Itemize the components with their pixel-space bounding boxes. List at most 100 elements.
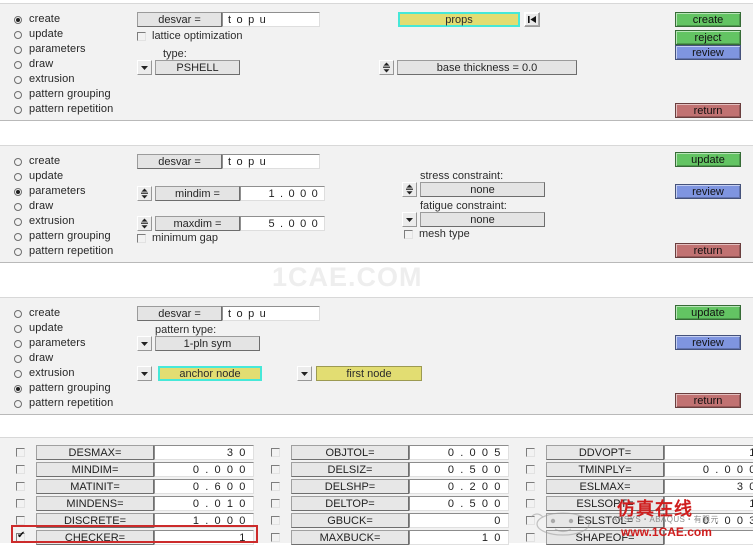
maxdim-spinner-icon[interactable] — [137, 216, 152, 231]
maxdim-input[interactable]: 5 . 0 0 0 — [240, 216, 325, 231]
radio-draw[interactable]: draw — [14, 199, 134, 214]
radio-extrusion[interactable]: extrusion — [14, 366, 134, 381]
param-row[interactable]: MINDIM= 0 . 0 0 0 — [14, 461, 254, 478]
param-checkbox[interactable] — [16, 516, 25, 525]
radio-pattern-repetition[interactable]: pattern repetition — [14, 244, 134, 259]
review-button[interactable]: review — [675, 45, 741, 60]
radio-icon[interactable] — [14, 202, 22, 211]
radio-icon[interactable] — [14, 309, 22, 318]
radio-icon[interactable] — [14, 232, 22, 241]
maxdim-label-button[interactable]: maxdim = — [155, 216, 240, 231]
radio-icon[interactable] — [14, 90, 22, 99]
base-thickness-button[interactable]: base thickness = 0.0 — [397, 60, 577, 75]
param-checkbox[interactable] — [526, 482, 535, 491]
update-button[interactable]: update — [675, 305, 741, 320]
radio-parameters[interactable]: parameters — [14, 184, 134, 199]
param-value[interactable]: 0 . 5 0 0 — [409, 462, 509, 477]
radio-draw[interactable]: draw — [14, 57, 134, 72]
desvar-input[interactable]: t o p u — [222, 12, 320, 27]
anchor-node-button[interactable]: anchor node — [158, 366, 262, 381]
param-row[interactable]: DELSHP= 0 . 2 0 0 — [269, 478, 509, 495]
radio-extrusion[interactable]: extrusion — [14, 72, 134, 87]
mindim-label-button[interactable]: mindim = — [155, 186, 240, 201]
param-value[interactable]: 0 . 0 1 0 — [154, 496, 254, 511]
minimum-gap-checkbox-row[interactable]: minimum gap — [137, 232, 218, 244]
param-row-checker[interactable]: CHECKER=1 — [14, 529, 254, 546]
param-value[interactable]: 1 . 0 0 0 — [154, 513, 254, 528]
param-value[interactable]: 0 . 0 0 0 — [664, 462, 753, 477]
create-button[interactable]: create — [675, 12, 741, 27]
radio-icon[interactable] — [14, 217, 22, 226]
radio-icon[interactable] — [14, 339, 22, 348]
reject-button[interactable]: reject — [675, 30, 741, 45]
param-checkbox[interactable] — [16, 482, 25, 491]
radio-icon[interactable] — [14, 75, 22, 84]
radio-icon[interactable] — [14, 399, 22, 408]
radio-icon[interactable] — [14, 157, 22, 166]
param-value[interactable]: 3 0 — [154, 445, 254, 460]
radio-pattern-grouping[interactable]: pattern grouping — [14, 229, 134, 244]
radio-pattern-grouping[interactable]: pattern grouping — [14, 87, 134, 102]
radio-parameters[interactable]: parameters — [14, 42, 134, 57]
param-row[interactable]: ESLMAX=3 0 — [524, 478, 753, 495]
lattice-optimization-checkbox[interactable] — [137, 31, 146, 41]
radio-icon[interactable] — [14, 15, 22, 24]
param-row[interactable]: DESMAX= 3 0 — [14, 444, 254, 461]
param-checkbox[interactable] — [271, 516, 280, 525]
param-value[interactable]: 0 . 6 0 0 — [154, 479, 254, 494]
first-node-dropdown-arrow-icon[interactable] — [297, 366, 312, 381]
param-checkbox[interactable] — [16, 499, 25, 508]
param-checkbox[interactable] — [16, 531, 25, 542]
param-checkbox[interactable] — [271, 465, 280, 474]
radio-icon[interactable] — [14, 384, 22, 393]
desvar-input[interactable]: t o p u — [222, 154, 320, 169]
param-row[interactable]: DELTOP= 0 . 5 0 0 — [269, 495, 509, 512]
param-row[interactable]: MINDENS= 0 . 0 1 0 — [14, 495, 254, 512]
param-checkbox[interactable] — [271, 482, 280, 491]
radio-icon[interactable] — [14, 324, 22, 333]
radio-update[interactable]: update — [14, 27, 134, 42]
radio-pattern-grouping[interactable]: pattern grouping — [14, 381, 134, 396]
param-row[interactable]: DDVOPT=1 — [524, 444, 753, 461]
radio-icon[interactable] — [14, 172, 22, 181]
panel3-radio-group[interactable]: create update parameters draw extrusion … — [14, 306, 134, 411]
param-value[interactable]: 0 . 0 0 5 — [409, 445, 509, 460]
mesh-type-checkbox-row[interactable]: mesh type — [404, 228, 470, 240]
lattice-optimization-checkbox-row[interactable]: lattice optimization — [137, 30, 243, 42]
radio-icon[interactable] — [14, 369, 22, 378]
desvar-label-button[interactable]: desvar = — [137, 12, 222, 27]
desvar-input[interactable]: t o p u — [222, 306, 320, 321]
first-node-button[interactable]: first node — [316, 366, 422, 381]
param-checkbox[interactable] — [271, 533, 280, 542]
desvar-label-button[interactable]: desvar = — [137, 154, 222, 169]
radio-icon[interactable] — [14, 247, 22, 256]
param-value[interactable]: 0 . 0 0 0 — [154, 462, 254, 477]
stress-constraint-value[interactable]: none — [420, 182, 545, 197]
radio-icon[interactable] — [14, 60, 22, 69]
radio-create[interactable]: create — [14, 12, 134, 27]
review-button[interactable]: review — [675, 335, 741, 350]
param-row[interactable]: TMINPLY= 0 . 0 0 0 — [524, 461, 753, 478]
radio-icon[interactable] — [14, 30, 22, 39]
radio-pattern-repetition[interactable]: pattern repetition — [14, 102, 134, 117]
param-checkbox[interactable] — [271, 448, 280, 457]
skip-back-icon[interactable] — [524, 12, 540, 27]
param-row[interactable]: DISCRETE= 1 . 0 0 0 — [14, 512, 254, 529]
pattern-type-dropdown-arrow-icon[interactable] — [137, 336, 152, 351]
radio-parameters[interactable]: parameters — [14, 336, 134, 351]
mesh-type-checkbox[interactable] — [404, 229, 413, 239]
param-row[interactable]: MATINIT= 0 . 6 0 0 — [14, 478, 254, 495]
review-button[interactable]: review — [675, 184, 741, 199]
param-value[interactable]: 1 — [664, 445, 753, 460]
fatigue-constraint-dropdown-arrow-icon[interactable] — [402, 212, 417, 227]
param-checkbox[interactable] — [271, 499, 280, 508]
radio-update[interactable]: update — [14, 169, 134, 184]
radio-icon[interactable] — [14, 45, 22, 54]
panel1-radio-group[interactable]: create update parameters draw extrusion … — [14, 12, 134, 117]
type-value-button[interactable]: PSHELL — [155, 60, 240, 75]
return-button[interactable]: return — [675, 243, 741, 258]
param-checkbox[interactable] — [16, 465, 25, 474]
mindim-input[interactable]: 1 . 0 0 0 — [240, 186, 325, 201]
param-row[interactable]: MAXBUCK= 1 0 — [269, 529, 509, 546]
param-row[interactable]: OBJTOL= 0 . 0 0 5 — [269, 444, 509, 461]
